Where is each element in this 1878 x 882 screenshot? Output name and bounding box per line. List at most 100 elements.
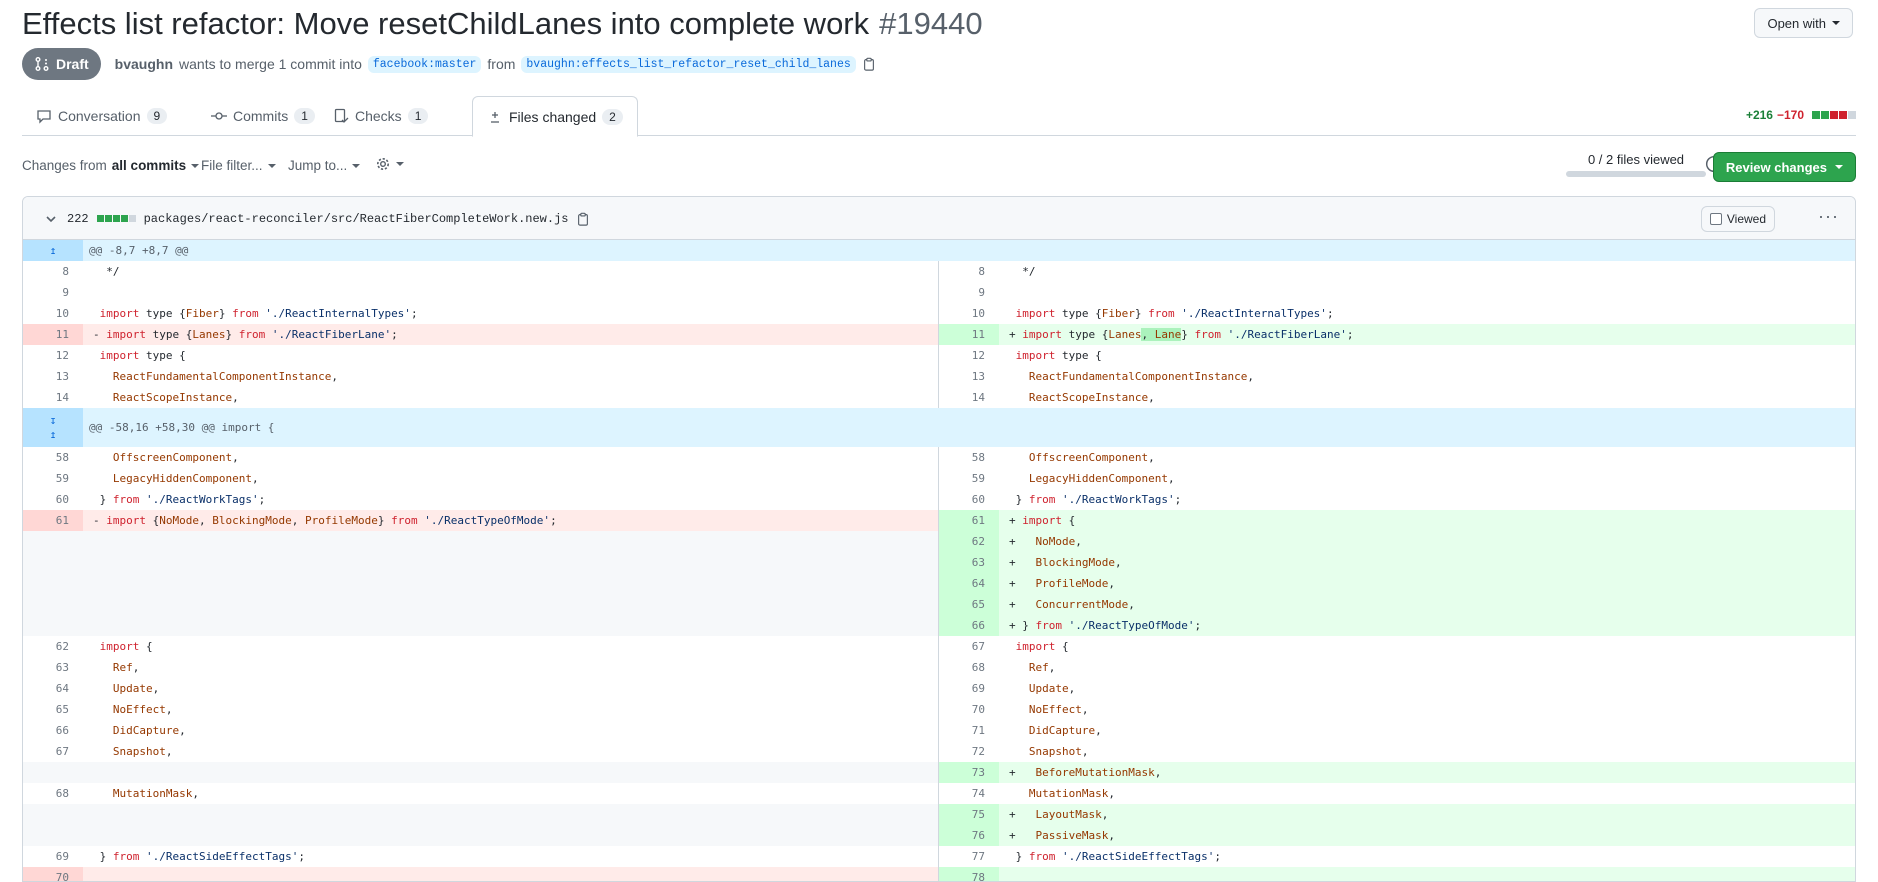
tab-conversation[interactable]: Conversation 9 bbox=[22, 96, 181, 136]
tab-label: Commits bbox=[233, 108, 289, 124]
diff-row: 73 + BeforeMutationMask, bbox=[23, 762, 1855, 783]
files-viewed-text: 0 / 2 files viewed bbox=[1587, 152, 1685, 167]
diff-row: 58 OffscreenComponent, 58 OffscreenCompon… bbox=[23, 447, 1855, 468]
diff-row: 65 + ConcurrentMode, bbox=[23, 594, 1855, 615]
file-header: 222 packages/react-reconciler/src/ReactF… bbox=[23, 197, 1855, 240]
caret-down-icon bbox=[396, 162, 404, 166]
diff-row: 70 78 bbox=[23, 867, 1855, 881]
diff-settings-button[interactable] bbox=[375, 156, 404, 172]
diff-row: 10 import type {Fiber} from './ReactInte… bbox=[23, 303, 1855, 324]
pull-request-draft-icon bbox=[35, 57, 49, 71]
file-diff: 222 packages/react-reconciler/src/ReactF… bbox=[22, 196, 1856, 882]
diffstat-blocks bbox=[1812, 111, 1856, 119]
diff-toolbar: Changes from all commits File filter... … bbox=[22, 152, 1856, 182]
caret-down-icon bbox=[267, 163, 276, 168]
diffstat: +216 −170 bbox=[1746, 108, 1856, 122]
file-diff-icon bbox=[491, 111, 499, 123]
base-branch[interactable]: facebook:master bbox=[367, 55, 482, 73]
diff-row: 60 } from './ReactWorkTags'; 60 } from '.… bbox=[23, 489, 1855, 510]
pr-tabs: Conversation 9 Commits 1 Checks 1 Files … bbox=[22, 96, 1856, 137]
review-changes-button[interactable]: Review changes bbox=[1712, 152, 1856, 182]
from-text: from bbox=[487, 56, 516, 72]
pr-title: Effects list refactor: Move resetChildLa… bbox=[22, 6, 870, 41]
tab-label: Checks bbox=[355, 108, 402, 124]
tab-commits[interactable]: Commits 1 bbox=[197, 96, 329, 136]
pr-meta: Draft bvaughn wants to merge 1 commit in… bbox=[22, 48, 876, 80]
head-branch[interactable]: bvaughn:effects_list_refactor_reset_chil… bbox=[521, 55, 856, 73]
diff-row: 69 } from './ReactSideEffectTags'; 77 } f… bbox=[23, 846, 1855, 867]
diff-row: 65 NoEffect, 70 NoEffect, bbox=[23, 699, 1855, 720]
tab-counter: 1 bbox=[294, 108, 315, 124]
jump-to-label: Jump to... bbox=[288, 158, 348, 173]
changes-from-label: Changes from bbox=[22, 158, 107, 173]
tab-label: Conversation bbox=[58, 108, 141, 124]
changes-from-select[interactable]: Changes from all commits bbox=[22, 158, 200, 173]
commit-icon bbox=[211, 112, 227, 120]
file-path[interactable]: packages/react-reconciler/src/ReactFiber… bbox=[144, 212, 569, 226]
tab-counter: 9 bbox=[146, 108, 168, 124]
hunk-header: ↧ ↥ @@ -58,16 +58,30 @@ import { bbox=[23, 408, 1855, 447]
tab-files-changed[interactable]: Files changed 2 bbox=[472, 96, 638, 137]
open-with-button[interactable]: Open with bbox=[1754, 8, 1853, 38]
open-with-label: Open with bbox=[1767, 15, 1826, 31]
copy-icon[interactable] bbox=[862, 57, 876, 71]
caret-down-icon bbox=[1832, 21, 1840, 25]
viewed-checkbox[interactable]: Viewed bbox=[1700, 206, 1775, 232]
gear-icon bbox=[377, 158, 389, 170]
files-viewed-progress: 0 / 2 files viewed bbox=[1566, 152, 1706, 177]
kebab-horizontal-icon[interactable]: ··· bbox=[1818, 207, 1839, 225]
diff-row: 64 Update, 69 Update, bbox=[23, 678, 1855, 699]
diff-row: 63 + BlockingMode, bbox=[23, 552, 1855, 573]
file-filter-label: File filter... bbox=[201, 158, 263, 173]
file-change-count: 222 bbox=[67, 211, 89, 226]
tab-checks[interactable]: Checks 1 bbox=[319, 96, 442, 136]
diff-row: 63 Ref, 68 Ref, bbox=[23, 657, 1855, 678]
files-viewed-bar bbox=[1566, 171, 1706, 177]
copy-icon[interactable] bbox=[576, 212, 590, 226]
pr-title-row: Effects list refactor: Move resetChildLa… bbox=[22, 2, 983, 46]
hunk-text: @@ -8,7 +8,7 @@ bbox=[89, 244, 189, 257]
deletions-count: −170 bbox=[1776, 108, 1804, 122]
diff-row: 59 LegacyHiddenComponent, 59 LegacyHidden… bbox=[23, 468, 1855, 489]
additions-count: +216 bbox=[1745, 108, 1773, 122]
diff-row: 12 import type {12 import type { bbox=[23, 345, 1855, 366]
diff-row: 13 ReactFundamentalComponentInstance, 13 … bbox=[23, 366, 1855, 387]
jump-to-select[interactable]: Jump to... bbox=[288, 158, 361, 173]
hunk-header: ↥ @@ -8,7 +8,7 @@ bbox=[23, 240, 1855, 261]
caret-down-icon bbox=[1835, 165, 1843, 169]
diff-row: 75 + LayoutMask, bbox=[23, 804, 1855, 825]
diff-row: 62 + NoMode, bbox=[23, 531, 1855, 552]
author-link[interactable]: bvaughn bbox=[115, 56, 173, 72]
review-changes-label: Review changes bbox=[1725, 159, 1827, 175]
diff-row: 61- import {NoMode, BlockingMode, Profil… bbox=[23, 510, 1855, 531]
file-filter-select[interactable]: File filter... bbox=[201, 158, 276, 173]
split-diff: ↥ @@ -8,7 +8,7 @@ 8 */8 */ 99 10 import … bbox=[23, 240, 1855, 881]
status-label: Draft bbox=[56, 56, 89, 72]
merge-text: wants to merge 1 commit into bbox=[179, 56, 362, 72]
diff-row: 64 + ProfileMode, bbox=[23, 573, 1855, 594]
file-diffstat-blocks bbox=[96, 215, 136, 222]
diff-row: 67 Snapshot, 72 Snapshot, bbox=[23, 741, 1855, 762]
chevron-down-icon[interactable] bbox=[43, 211, 59, 227]
diff-row: 14 ReactScopeInstance, 14 ReactScopeInsta… bbox=[23, 387, 1855, 408]
diff-row: 11- import type {Lanes} from './ReactFib… bbox=[23, 324, 1855, 345]
diff-row: 66 DidCapture, 71 DidCapture, bbox=[23, 720, 1855, 741]
caret-down-icon bbox=[191, 163, 200, 168]
checklist-icon bbox=[334, 108, 349, 123]
expand-up-icon[interactable]: ↥ bbox=[23, 240, 83, 261]
diff-row: 66 + } from './ReactTypeOfMode'; bbox=[23, 615, 1855, 636]
caret-down-icon bbox=[352, 163, 361, 168]
tab-counter: 2 bbox=[602, 108, 623, 125]
checkbox[interactable] bbox=[1709, 213, 1722, 225]
hunk-text: @@ -58,16 +58,30 @@ import { bbox=[89, 421, 275, 434]
diff-row: 62 import {67 import { bbox=[23, 636, 1855, 657]
status-badge: Draft bbox=[22, 48, 101, 80]
diff-row: 68 MutationMask, 74 MutationMask, bbox=[23, 783, 1855, 804]
diff-row: 8 */8 */ bbox=[23, 261, 1855, 282]
tab-counter: 1 bbox=[407, 108, 429, 124]
expand-icon[interactable]: ↧ ↥ bbox=[23, 408, 83, 447]
pr-number: #19440 bbox=[879, 6, 983, 41]
viewed-label: Viewed bbox=[1726, 212, 1766, 226]
comment-icon bbox=[37, 110, 51, 124]
diff-row: 99 bbox=[23, 282, 1855, 303]
